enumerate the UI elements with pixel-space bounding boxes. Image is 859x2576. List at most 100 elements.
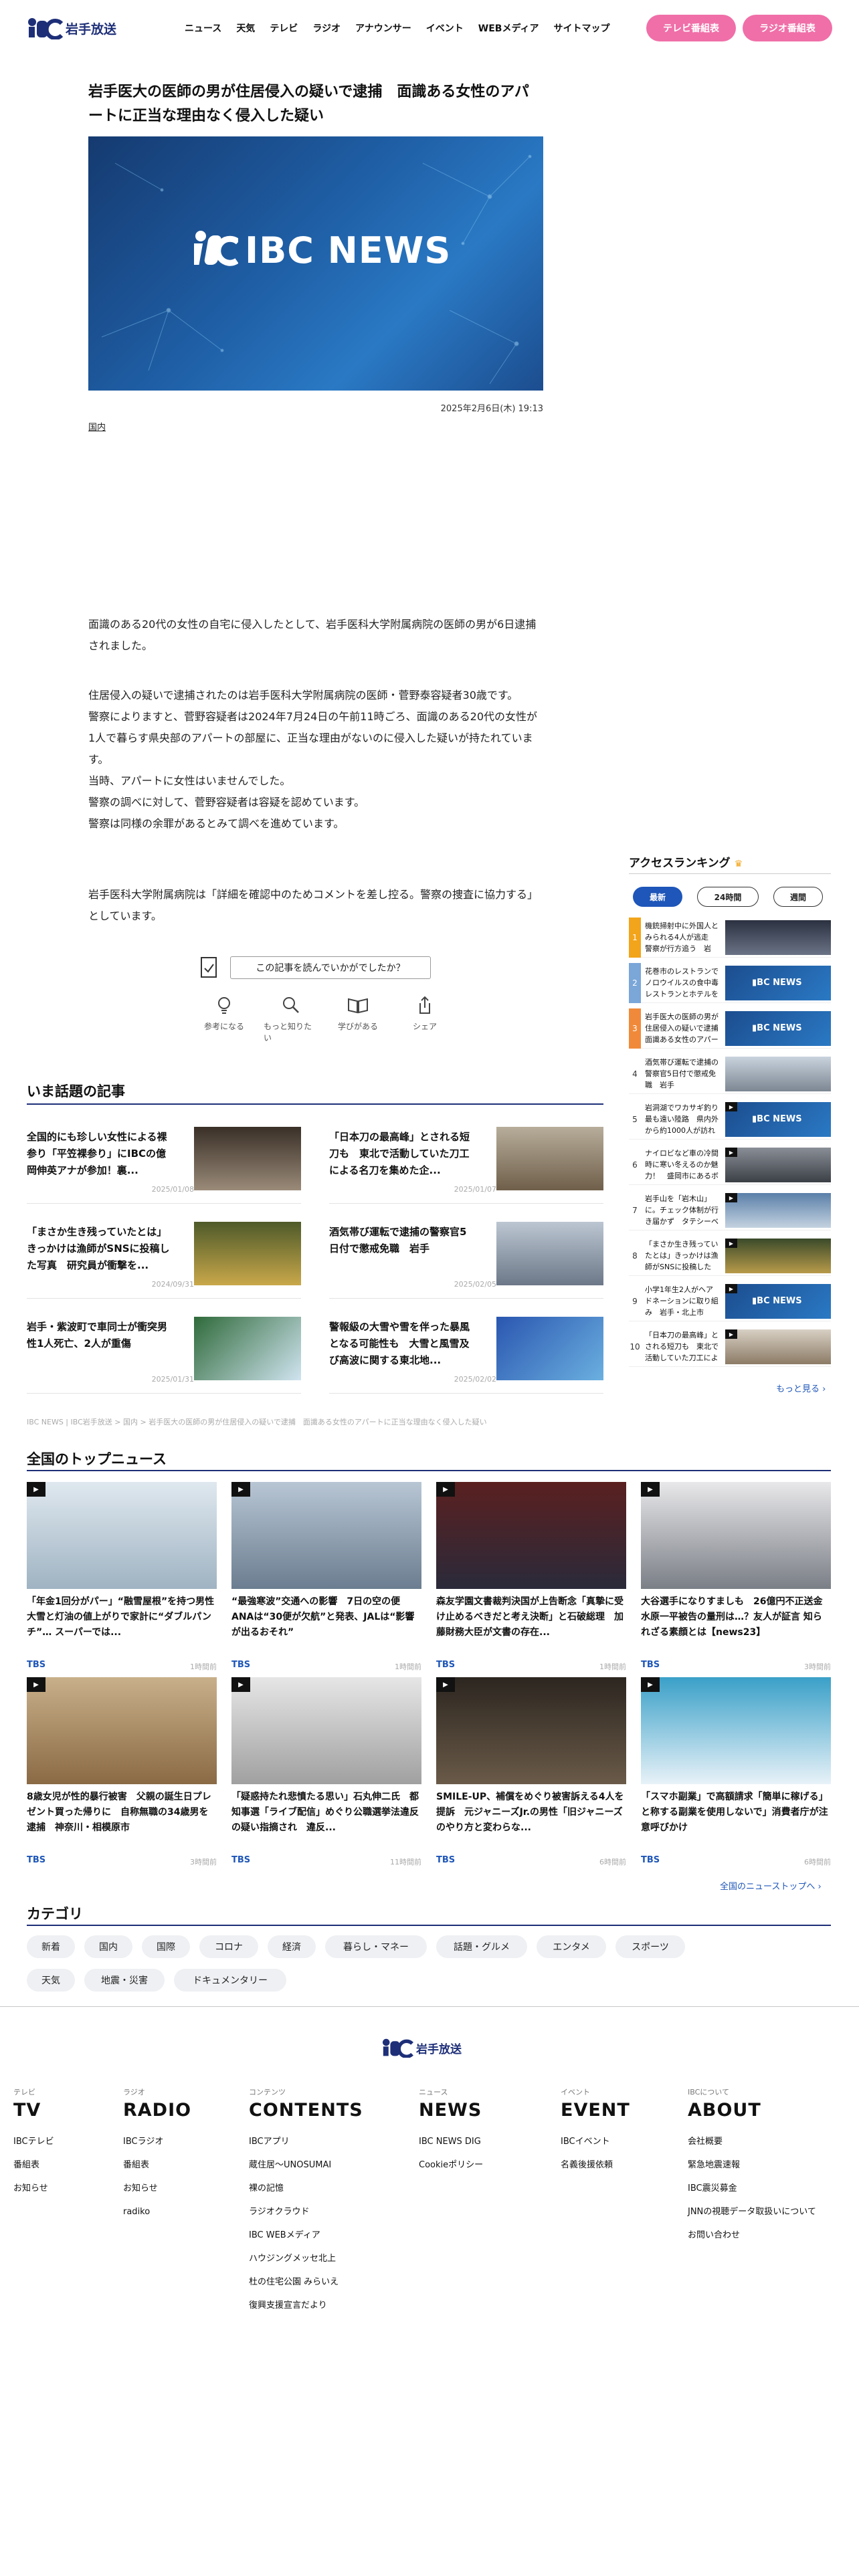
footer-link[interactable]: ハウジングメッセ北上 <box>249 2247 363 2270</box>
national-news-card[interactable]: ▶ SMILE-UP、補償をめぐり被害訴える4人を提訴 元ジャニーズJr.の男性「… <box>436 1677 626 1878</box>
trending-article-card[interactable]: 岩手・紫波町で車同士が衝突男性1人死亡、2人が重傷 2025/01/31 <box>27 1313 301 1394</box>
national-news-card[interactable]: ▶ 「スマホ副業」で高額請求「簡単に稼げる」と称する副業を使用しないで」消費者庁が… <box>641 1677 831 1878</box>
nav-item-tv[interactable]: テレビ <box>270 21 298 35</box>
footer-link[interactable]: IBC震災募金 <box>688 2177 816 2200</box>
footer-link[interactable]: 杜の住宅公園 みらいえ <box>249 2270 363 2294</box>
national-news-more-link[interactable]: 全国のニューストップへ › <box>720 1879 822 1892</box>
footer-link[interactable]: 会社概要 <box>688 2130 816 2153</box>
ranking-item[interactable]: ▶ 8 「まさか生き残っていたとは」きっかけは漁師がSNSに投稿した写真 研究員が衝… <box>629 1236 831 1276</box>
trending-article-card[interactable]: 酒気帯び運転で逮捕の警察官5日付で懲戒免職 岩手 2025/02/05 <box>329 1218 603 1299</box>
trending-article-card[interactable]: 全国的にも珍しい女性による裸参り「平笠裸参り」にIBCの億岡伸英アナが参加！裏.… <box>27 1123 301 1204</box>
footer-link[interactable]: 番組表 <box>123 2153 191 2177</box>
footer-link[interactable]: IBCアプリ <box>249 2130 363 2153</box>
footer-column-heading[interactable]: ABOUT <box>688 2100 816 2121</box>
nav-item-sitemap[interactable]: サイトマップ <box>553 21 609 35</box>
category-chip[interactable]: 国内 <box>84 1935 132 1958</box>
reaction-helpful-button[interactable]: 参考になる <box>197 995 252 1032</box>
national-news-thumbnail <box>436 1677 626 1784</box>
footer-link[interactable]: JNNの視聴データ取扱いについて <box>688 2200 816 2224</box>
nav-item-weather[interactable]: 天気 <box>236 21 255 35</box>
footer-link[interactable]: IBC NEWS DIG <box>419 2130 483 2153</box>
ranking-title-text: アクセスランキング <box>629 857 731 870</box>
footer-link[interactable]: 名義後援依頼 <box>561 2153 630 2177</box>
trending-article-card[interactable]: 「日本刀の最高峰」とされる短刀も 東北で活動していた刀工による名刀を集めた企..… <box>329 1123 603 1204</box>
national-news-card[interactable]: ▶ 8歳女児が性的暴行被害 父親の誕生日プレゼント買った帰りに 自称無職の34歳男… <box>27 1677 217 1878</box>
national-news-title: SMILE-UP、補償をめぐり被害訴える4人を提訴 元ジャニーズJr.の男性「旧… <box>436 1792 624 1833</box>
national-news-time: 6時間前 <box>804 1858 831 1866</box>
reaction-share-button[interactable]: シェア <box>397 995 452 1032</box>
category-chip[interactable]: 話題・グルメ <box>436 1935 527 1958</box>
category-chip[interactable]: コロナ <box>199 1935 258 1958</box>
ranking-tab-weekly[interactable]: 週間 <box>773 887 823 907</box>
footer-link[interactable]: IBCイベント <box>561 2130 630 2153</box>
ranking-tab-latest[interactable]: 最新 <box>633 887 682 907</box>
ranking-item[interactable]: ▮BC NEWS 3 岩手医大の医師の男が住居侵入の疑いで逮捕 面識ある女性のアパー… <box>629 1008 831 1049</box>
footer-link[interactable]: 復興支援宣言だより <box>249 2294 363 2317</box>
ranking-item[interactable]: ▶ 7 岩手山を「岩木山」に。チェック体制が行き届かず タテシーベンがマンション広告… <box>629 1190 831 1230</box>
nav-item-news[interactable]: ニュース <box>185 21 221 35</box>
footer-column-heading[interactable]: TV <box>13 2100 54 2121</box>
footer-column-heading[interactable]: NEWS <box>419 2100 483 2121</box>
category-chip[interactable]: 天気 <box>27 1969 75 1992</box>
national-news-card[interactable]: ▶ 森友学園文書裁判決国が上告断念「真摯に受け止めるべきだと考え決断」と石破総理 … <box>436 1482 626 1683</box>
reaction-want-more-button[interactable]: もっと知りたい <box>264 995 318 1043</box>
category-chip[interactable]: 地震・災害 <box>84 1969 165 1992</box>
footer-link[interactable]: お問い合わせ <box>688 2224 816 2247</box>
nav-item-radio[interactable]: ラジオ <box>312 21 341 35</box>
article-category-tag[interactable]: 国内 <box>88 420 106 433</box>
category-chip[interactable]: スポーツ <box>615 1935 685 1958</box>
national-news-card[interactable]: ▶ 「年金1回分がパー」“融雪屋根”を持つ男性 大雪と灯油の値上がりで家計に“ダブ… <box>27 1482 217 1683</box>
footer-link[interactable]: 番組表 <box>13 2153 54 2177</box>
ranking-tab-24h[interactable]: 24時間 <box>697 887 759 907</box>
ranking-thumbnail: ▮BC NEWS <box>725 1284 831 1319</box>
footer-link[interactable]: IBC WEBメディア <box>249 2224 363 2247</box>
ranking-item[interactable]: ▮BC NEWS 2 花巻市のレストランでノロウイルスの食中毒 レストランとホテルを… <box>629 963 831 1003</box>
footer-logo[interactable]: 岩手放送 <box>381 2034 462 2061</box>
nav-item-event[interactable]: イベント <box>426 21 464 35</box>
play-icon-glyph: ▶ <box>648 1485 653 1493</box>
footer-link[interactable]: IBCラジオ <box>123 2130 191 2153</box>
national-news-card[interactable]: ▶ 大谷選手になりすましも 26億円不正送金 水原一平被告の量刑は…？友人が証言 … <box>641 1482 831 1683</box>
trending-article-card[interactable]: 「まさか生き残っていたとは」きっかけは漁師がSNSに投稿した写真 研究員が衝撃を… <box>27 1218 301 1299</box>
ranking-item[interactable]: ▮BC NEWS ▶ 5 岩洞湖でワカサギ釣り 最も遠い陸路 県内外から約1000人が… <box>629 1099 831 1140</box>
footer-link[interactable]: ラジオクラウド <box>249 2200 363 2224</box>
site-logo[interactable]: 岩手放送 <box>27 13 116 43</box>
footer-link[interactable]: IBCテレビ <box>13 2130 54 2153</box>
category-chip[interactable]: 暮らし・マネー <box>325 1935 427 1958</box>
reaction-learned-button[interactable]: 学びがある <box>330 995 385 1032</box>
play-icon: ▶ <box>725 1284 737 1293</box>
ranking-more-link[interactable]: もっと見る › <box>776 1382 826 1394</box>
footer-link[interactable]: radiko <box>123 2200 191 2224</box>
tv-schedule-button[interactable]: テレビ番組表 <box>646 15 736 41</box>
ranking-item[interactable]: ▶ 6 ナイロビなど車の冷間時に寒い冬えるのか魅力！ 盛岡市にあるボードゲームカフェ… <box>629 1145 831 1185</box>
trending-article-card[interactable]: 警報級の大雪や雪を伴った暴風となる可能性も 大雪と風雪及び高波に関する東北地..… <box>329 1313 603 1394</box>
ibc-news-logo-icon <box>194 231 238 266</box>
ranking-item[interactable]: ▮BC NEWS ▶ 9 小学1年生2人がヘアドネーションに取り組み 岩手・北上市 <box>629 1281 831 1321</box>
national-news-title: 「スマホ副業」で高額請求「簡単に稼げる」と称する副業を使用しないで」消費者庁が注… <box>641 1792 828 1833</box>
footer-link[interactable]: 蔵住居〜UNOSUMAI <box>249 2153 363 2177</box>
footer-link[interactable]: Cookieポリシー <box>419 2153 483 2177</box>
footer-column-heading[interactable]: CONTENTS <box>249 2100 363 2121</box>
ranking-item[interactable]: 4 酒気帯び運転で逮捕の警察官5日付で懲戒免職 岩手 <box>629 1054 831 1094</box>
footer-link[interactable]: 裸の記憶 <box>249 2177 363 2200</box>
national-news-card[interactable]: ▶ “最強寒波”交通への影響 7日の空の便 ANAは“30便が欠航”と発表、JAL… <box>231 1482 421 1683</box>
ranking-item[interactable]: 1機銃掃射中に外国人とみられる4人が逃走 警察が行方追う 岩手・一関市 <box>629 918 831 958</box>
category-chip[interactable]: 新着 <box>27 1935 75 1958</box>
category-chip[interactable]: 経済 <box>268 1935 316 1958</box>
national-news-thumbnail <box>231 1677 421 1784</box>
ibc-news-mark-icon: ▮BC NEWS <box>752 1114 802 1124</box>
national-news-card[interactable]: ▶ 「疑惑持たれ悲憤たる思い」石丸伸二氏 都知事選「ライブ配信」めぐり公職選挙法違… <box>231 1677 421 1878</box>
nav-item-announcer[interactable]: アナウンサー <box>355 21 411 35</box>
footer-column-heading[interactable]: RADIO <box>123 2100 191 2121</box>
category-chip[interactable]: ドキュメンタリー <box>174 1969 286 1992</box>
radio-schedule-button[interactable]: ラジオ番組表 <box>743 15 832 41</box>
national-news-thumbnail <box>436 1482 626 1589</box>
footer-link[interactable]: お知らせ <box>13 2177 54 2200</box>
category-chip[interactable]: エンタメ <box>537 1935 606 1958</box>
ranking-item[interactable]: ▶ 10 「日本刀の最高峰」とされる短刀も 東北で活動していた刀工による名刀を集めた… <box>629 1327 831 1367</box>
nav-item-web-media[interactable]: WEBメディア <box>478 21 539 35</box>
footer-column-heading[interactable]: EVENT <box>561 2100 630 2121</box>
footer-link[interactable]: お知らせ <box>123 2177 191 2200</box>
category-chip[interactable]: 国際 <box>142 1935 190 1958</box>
footer-link[interactable]: 緊急地震速報 <box>688 2153 816 2177</box>
